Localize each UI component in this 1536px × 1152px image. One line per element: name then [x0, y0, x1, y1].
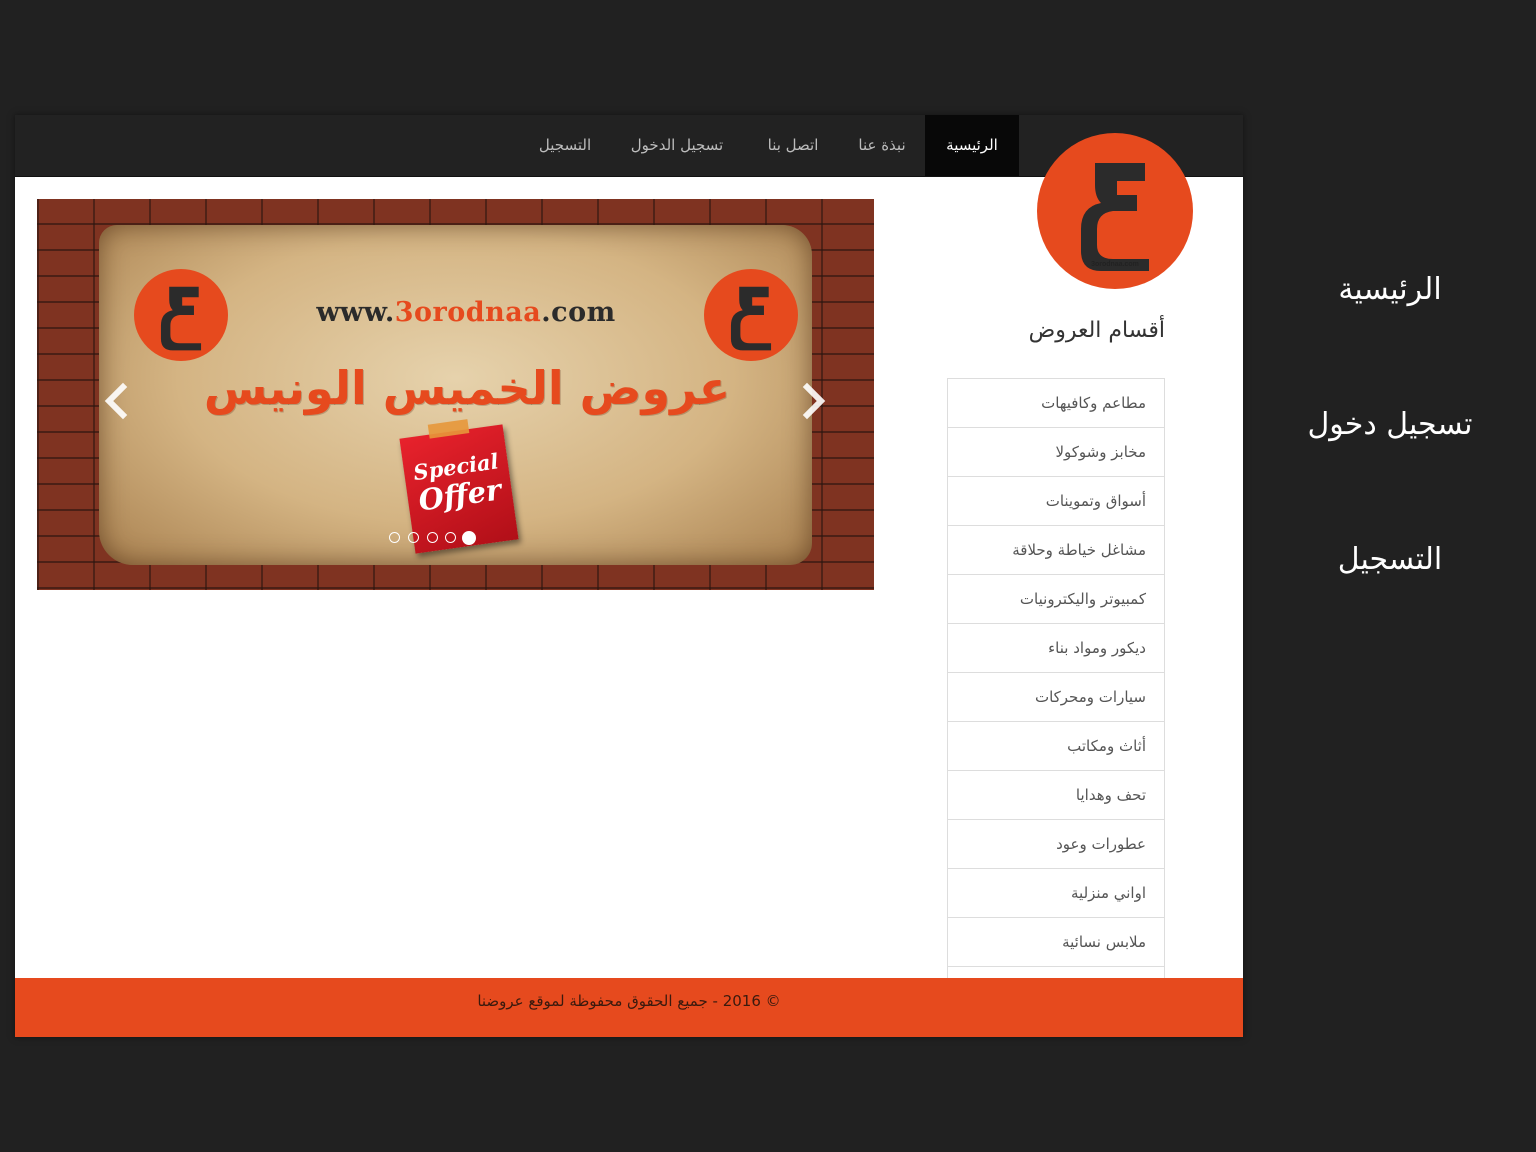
- slide-indicator-1[interactable]: [462, 531, 476, 545]
- category-markets[interactable]: أسواق وتموينات: [947, 477, 1165, 526]
- url-suffix: .com: [541, 297, 616, 328]
- category-housewares[interactable]: اواني منزلية: [947, 869, 1165, 918]
- slider-prev-button[interactable]: [101, 381, 131, 421]
- chevron-right-icon: [802, 382, 826, 420]
- side-link-home[interactable]: الرئيسية: [1280, 272, 1500, 307]
- category-restaurants[interactable]: مطاعم وكافيهات: [947, 379, 1165, 428]
- categories-title: أقسام العروض: [1028, 318, 1165, 343]
- side-link-login[interactable]: تسجيل دخول: [1280, 407, 1500, 442]
- slide-indicator-4[interactable]: [408, 532, 419, 543]
- category-womens-clothing[interactable]: ملابس نسائية: [947, 918, 1165, 967]
- category-electronics[interactable]: كمبيوتر واليكترونيات: [947, 575, 1165, 624]
- slider-headline: عروض الخميس الونيس: [203, 361, 731, 415]
- category-gifts[interactable]: تحف وهدايا: [947, 771, 1165, 820]
- category-perfumes[interactable]: عطورات وعود: [947, 820, 1165, 869]
- offers-slider[interactable]: www.3orodnaa.com عروض الخميس الونيس Spec…: [37, 199, 874, 590]
- nav-contact[interactable]: اتصل بنا: [753, 115, 833, 176]
- side-link-register[interactable]: التسجيل: [1280, 542, 1500, 577]
- category-tailoring[interactable]: مشاغل خياطة وحلاقة: [947, 526, 1165, 575]
- nav-about[interactable]: نبذة عنا: [842, 115, 922, 176]
- category-furniture[interactable]: أثاث ومكاتب: [947, 722, 1165, 771]
- slide-indicator-2[interactable]: [445, 532, 456, 543]
- url-prefix: www.: [316, 297, 395, 328]
- nav-register[interactable]: التسجيل: [523, 115, 607, 176]
- site-logo[interactable]: 3orodnaa.com: [1037, 133, 1193, 289]
- footer-copyright: © 2016 - جميع الحقوق محفوظة لموقع عروضنا: [477, 992, 781, 1010]
- slide-indicator-3[interactable]: [427, 532, 438, 543]
- category-bakeries[interactable]: مخابز وشوكولا: [947, 428, 1165, 477]
- slider-logo-left: [134, 269, 228, 361]
- slide-indicator-5[interactable]: [389, 532, 400, 543]
- 3orodnaa-logo-icon: [160, 286, 202, 351]
- slider-next-button[interactable]: [799, 381, 829, 421]
- category-decor[interactable]: ديكور ومواد بناء: [947, 624, 1165, 673]
- categories-list: مطاعم وكافيهات مخابز وشوكولا أسواق وتموي…: [947, 378, 1165, 1016]
- 3orodnaa-logo-icon: [730, 286, 772, 351]
- site-window: الرئيسية نبذة عنا اتصل بنا تسجيل الدخول …: [15, 115, 1243, 1037]
- site-footer: © 2016 - جميع الحقوق محفوظة لموقع عروضنا: [15, 978, 1243, 1037]
- logo-domain: 3orodnaa.com: [1091, 261, 1139, 268]
- slider-indicators: [387, 531, 479, 546]
- nav-home[interactable]: الرئيسية: [925, 115, 1019, 176]
- nav-login[interactable]: تسجيل الدخول: [617, 115, 737, 176]
- url-accent: 3orodnaa: [394, 297, 542, 328]
- slider-logo-right: [704, 269, 798, 361]
- chevron-left-icon: [104, 382, 128, 420]
- slider-site-url: www.3orodnaa.com: [271, 297, 661, 328]
- category-cars[interactable]: سيارات ومحركات: [947, 673, 1165, 722]
